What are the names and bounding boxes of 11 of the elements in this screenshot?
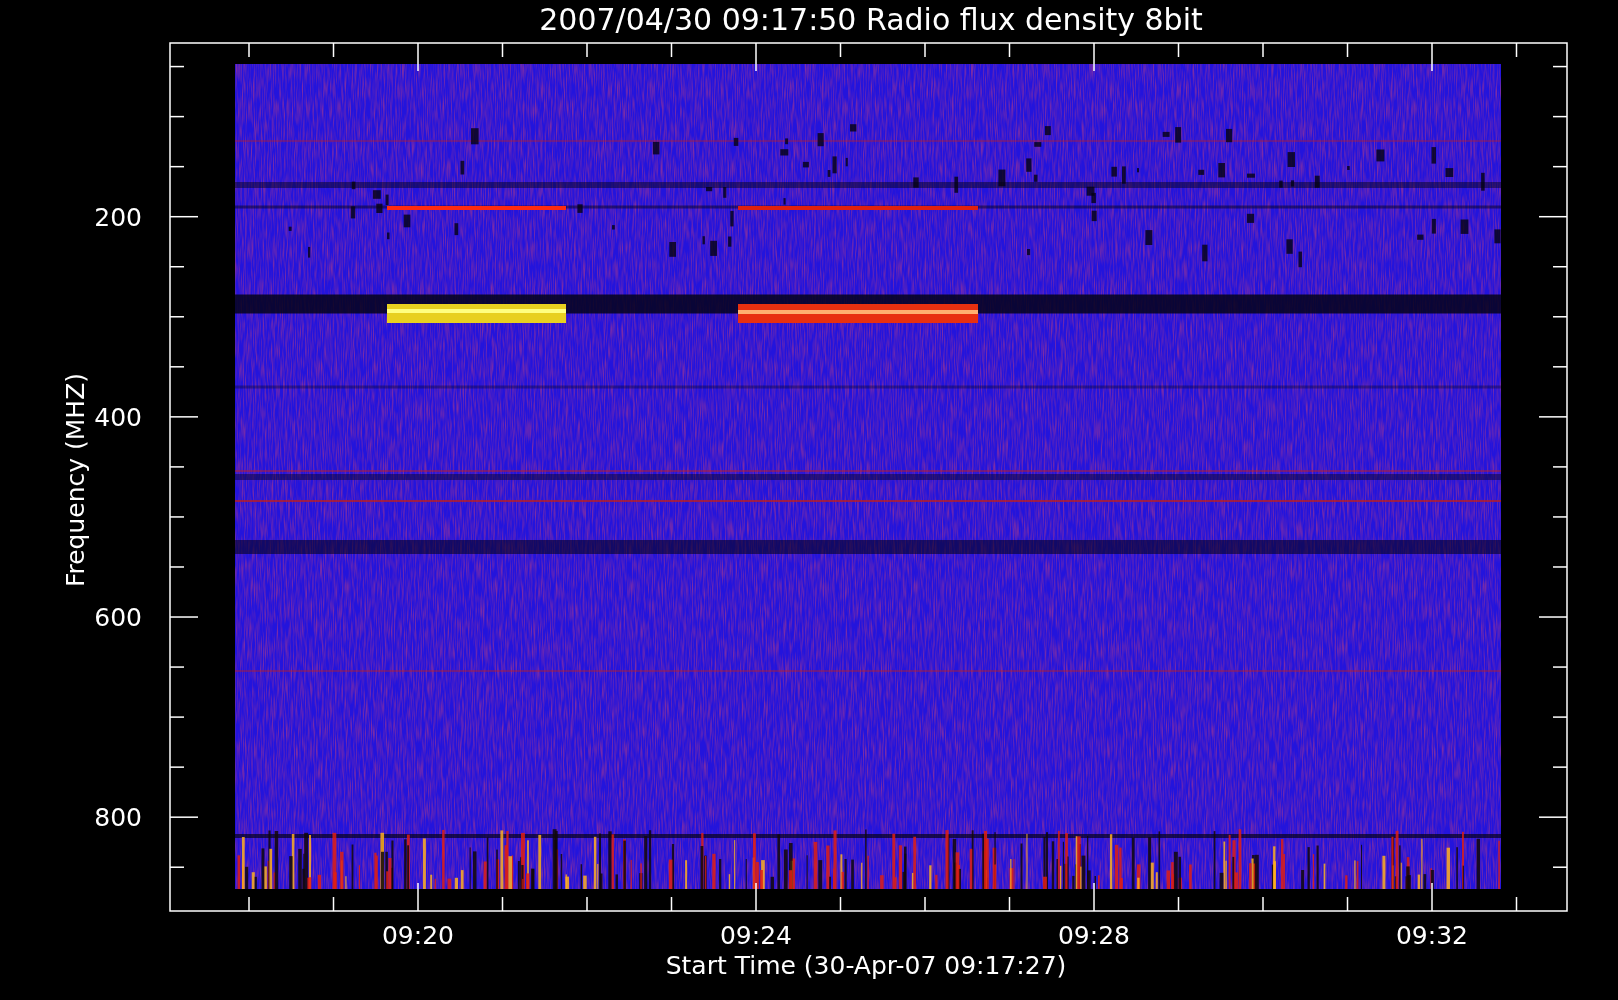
y-tick-label: 600 [94, 603, 142, 632]
x-tick-label: 09:20 [382, 921, 454, 950]
x-tick-label: 09:24 [720, 921, 792, 950]
chart-title: 2007/04/30 09:17:50 Radio flux density 8bit [539, 2, 1203, 37]
y-axis-label: Frequency (MHZ) [61, 372, 90, 588]
x-tick-label: 09:28 [1058, 921, 1130, 950]
x-tick-label: 09:32 [1396, 921, 1468, 950]
y-tick-label: 800 [94, 803, 142, 833]
y-tick-label: 400 [94, 402, 142, 432]
y-tick-label: 200 [94, 202, 142, 232]
x-axis-label: Start Time (30-Apr-07 09:17:27) [665, 951, 1067, 980]
